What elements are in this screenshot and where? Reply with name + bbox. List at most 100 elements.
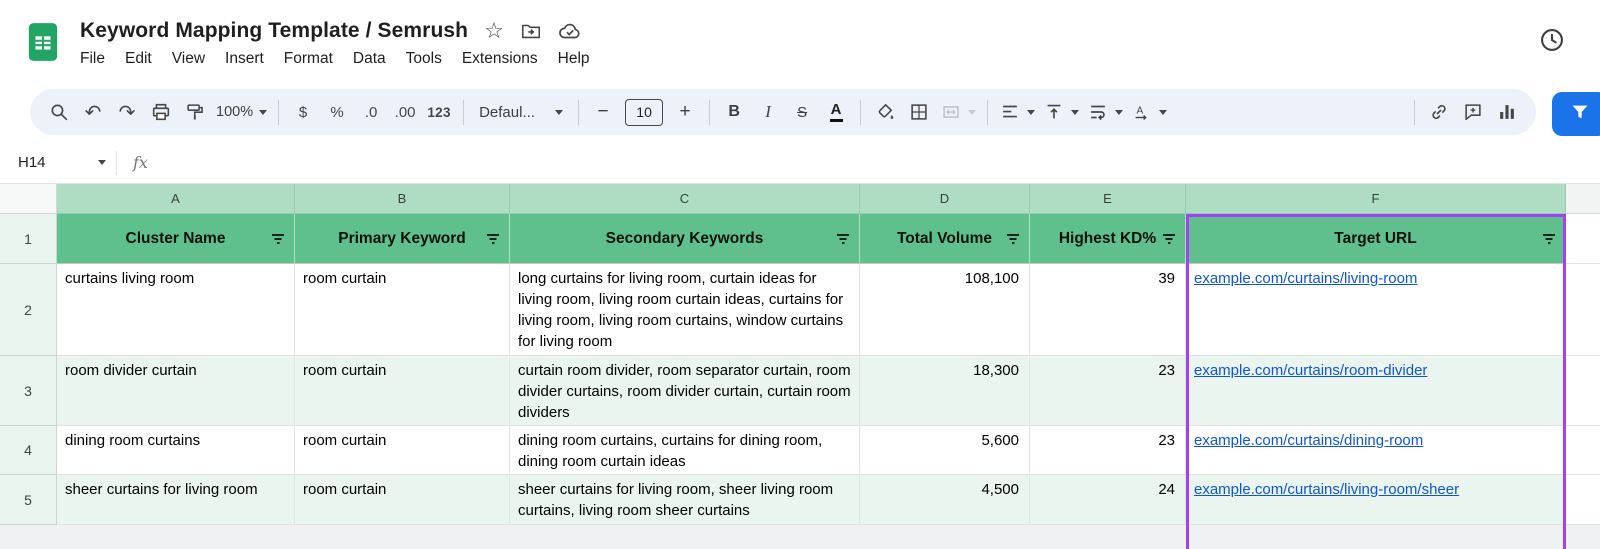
menu-format[interactable]: Format bbox=[274, 48, 343, 70]
column-header-b[interactable]: B bbox=[295, 184, 510, 214]
column-header-a[interactable]: A bbox=[57, 184, 295, 214]
version-history-button[interactable] bbox=[1532, 22, 1572, 62]
menu-file[interactable]: File bbox=[70, 48, 115, 70]
column-header-e[interactable]: E bbox=[1030, 184, 1186, 214]
header-cell-cluster-name[interactable]: Cluster Name bbox=[57, 214, 295, 264]
paint-format-button[interactable] bbox=[178, 95, 212, 129]
cell-cluster-name[interactable]: dining room curtains bbox=[57, 426, 295, 475]
select-all-corner[interactable] bbox=[0, 184, 57, 214]
column-filter-icon[interactable] bbox=[271, 232, 285, 246]
insert-comment-button[interactable] bbox=[1456, 95, 1490, 129]
sheets-logo-icon[interactable] bbox=[26, 21, 60, 63]
cell-secondary-keywords[interactable]: dining room curtains, curtains for dinin… bbox=[510, 426, 860, 475]
column-header-f[interactable]: F bbox=[1186, 184, 1566, 214]
column-filter-icon[interactable] bbox=[1542, 232, 1556, 246]
star-icon[interactable]: ☆ bbox=[484, 19, 504, 42]
italic-button[interactable]: I bbox=[751, 95, 785, 129]
cell-target-url[interactable]: example.com/curtains/room-divider bbox=[1186, 356, 1566, 426]
menu-help[interactable]: Help bbox=[548, 48, 600, 70]
text-rotation-select[interactable]: A bbox=[1127, 95, 1171, 129]
target-url-link[interactable]: example.com/curtains/living-room/sheer bbox=[1194, 481, 1459, 498]
decrease-decimal-button[interactable]: .0 bbox=[354, 95, 388, 129]
menu-view[interactable]: View bbox=[162, 48, 215, 70]
target-url-link[interactable]: example.com/curtains/dining-room bbox=[1194, 432, 1423, 449]
target-url-link[interactable]: example.com/curtains/living-room bbox=[1194, 270, 1417, 287]
vertical-align-select[interactable] bbox=[1039, 95, 1083, 129]
column-header-c[interactable]: C bbox=[510, 184, 860, 214]
cell-secondary-keywords[interactable]: long curtains for living room, curtain i… bbox=[510, 264, 860, 356]
column-filter-icon[interactable] bbox=[486, 232, 500, 246]
text-wrap-select[interactable] bbox=[1083, 95, 1127, 129]
merge-cells-button[interactable] bbox=[936, 95, 980, 129]
text-color-button[interactable]: A bbox=[819, 95, 853, 129]
cell-total-volume[interactable]: 108,100 bbox=[860, 264, 1030, 356]
currency-format-button[interactable]: $ bbox=[286, 95, 320, 129]
menu-extensions[interactable]: Extensions bbox=[452, 48, 548, 70]
row-number[interactable]: 3 bbox=[0, 356, 57, 426]
bold-button[interactable]: B bbox=[717, 95, 751, 129]
cell-primary-keyword[interactable]: room curtain bbox=[295, 356, 510, 426]
cell-highest-kd[interactable]: 23 bbox=[1030, 426, 1186, 475]
column-filter-icon[interactable] bbox=[836, 232, 850, 246]
header-cell-highest-kd[interactable]: Highest KD% bbox=[1030, 214, 1186, 264]
name-box[interactable]: H14 bbox=[0, 142, 116, 183]
cell-target-url[interactable]: example.com/curtains/living-room bbox=[1186, 264, 1566, 356]
borders-button[interactable] bbox=[902, 95, 936, 129]
insert-link-button[interactable] bbox=[1422, 95, 1456, 129]
font-select[interactable]: Defaul... bbox=[471, 95, 571, 129]
percent-format-button[interactable]: % bbox=[320, 95, 354, 129]
row-number[interactable]: 5 bbox=[0, 475, 57, 525]
cell-cluster-name[interactable]: sheer curtains for living room bbox=[57, 475, 295, 525]
chevron-down-icon bbox=[259, 109, 268, 115]
zoom-select[interactable]: 100% bbox=[212, 95, 271, 129]
document-title[interactable]: Keyword Mapping Template / Semrush bbox=[80, 19, 468, 43]
row-number[interactable]: 4 bbox=[0, 426, 57, 475]
menu-insert[interactable]: Insert bbox=[215, 48, 274, 70]
cell-secondary-keywords[interactable]: sheer curtains for living room, sheer li… bbox=[510, 475, 860, 525]
fill-color-button[interactable] bbox=[868, 95, 902, 129]
filter-button[interactable] bbox=[1552, 92, 1600, 136]
cell-highest-kd[interactable]: 23 bbox=[1030, 356, 1186, 426]
cell-total-volume[interactable]: 18,300 bbox=[860, 356, 1030, 426]
search-button[interactable] bbox=[42, 95, 76, 129]
column-filter-icon[interactable] bbox=[1162, 232, 1176, 246]
decrease-font-size-button[interactable]: − bbox=[586, 95, 620, 129]
menu-data[interactable]: Data bbox=[343, 48, 396, 70]
font-size-input[interactable]: 10 bbox=[625, 98, 664, 126]
cell-target-url[interactable]: example.com/curtains/living-room/sheer bbox=[1186, 475, 1566, 525]
cell-primary-keyword[interactable]: room curtain bbox=[295, 264, 510, 356]
menu-tools[interactable]: Tools bbox=[396, 48, 452, 70]
cell-cluster-name[interactable]: curtains living room bbox=[57, 264, 295, 356]
menu-edit[interactable]: Edit bbox=[115, 48, 162, 70]
cell-primary-keyword[interactable]: room curtain bbox=[295, 475, 510, 525]
column-header-d[interactable]: D bbox=[860, 184, 1030, 214]
horizontal-align-select[interactable] bbox=[995, 95, 1039, 129]
cell-cluster-name[interactable]: room divider curtain bbox=[57, 356, 295, 426]
cell-target-url[interactable]: example.com/curtains/dining-room bbox=[1186, 426, 1566, 475]
target-url-link[interactable]: example.com/curtains/room-divider bbox=[1194, 362, 1427, 379]
insert-chart-button[interactable] bbox=[1490, 95, 1524, 129]
cell-highest-kd[interactable]: 39 bbox=[1030, 264, 1186, 356]
increase-decimal-button[interactable]: .00 bbox=[388, 95, 422, 129]
print-button[interactable] bbox=[144, 95, 178, 129]
header-cell-target-url[interactable]: Target URL bbox=[1186, 214, 1566, 264]
cell-secondary-keywords[interactable]: curtain room divider, room separator cur… bbox=[510, 356, 860, 426]
cell-highest-kd[interactable]: 24 bbox=[1030, 475, 1186, 525]
row-number[interactable]: 1 bbox=[0, 214, 57, 264]
header-cell-secondary-keywords[interactable]: Secondary Keywords bbox=[510, 214, 860, 264]
header-cell-total-volume[interactable]: Total Volume bbox=[860, 214, 1030, 264]
undo-button[interactable]: ↶ bbox=[76, 95, 110, 129]
increase-font-size-button[interactable]: + bbox=[668, 95, 702, 129]
row-number[interactable]: 2 bbox=[0, 264, 57, 356]
redo-button[interactable]: ↷ bbox=[110, 95, 144, 129]
number-format-button[interactable]: 123 bbox=[422, 95, 456, 129]
cell-primary-keyword[interactable]: room curtain bbox=[295, 426, 510, 475]
formula-input[interactable] bbox=[148, 142, 1600, 183]
cloud-status-icon[interactable] bbox=[558, 19, 582, 43]
header-cell-primary-keyword[interactable]: Primary Keyword bbox=[295, 214, 510, 264]
cell-total-volume[interactable]: 4,500 bbox=[860, 475, 1030, 525]
move-folder-icon[interactable] bbox=[520, 20, 542, 42]
strikethrough-button[interactable]: S bbox=[785, 95, 819, 129]
column-filter-icon[interactable] bbox=[1006, 232, 1020, 246]
cell-total-volume[interactable]: 5,600 bbox=[860, 426, 1030, 475]
